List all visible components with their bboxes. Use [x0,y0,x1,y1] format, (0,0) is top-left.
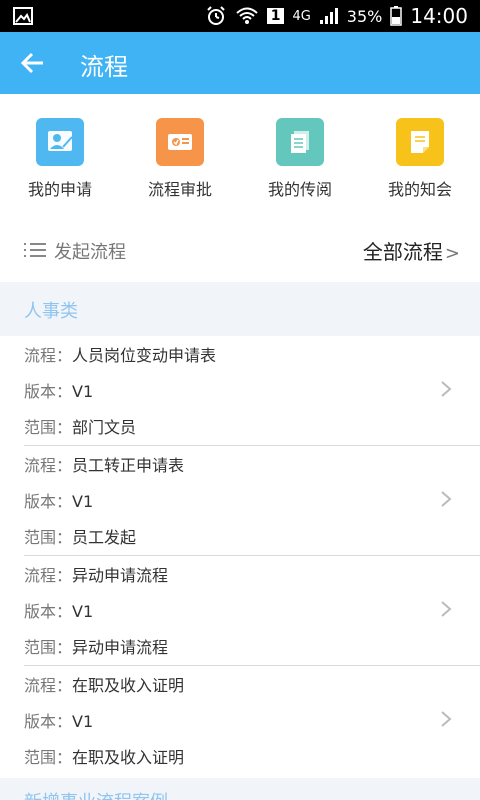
process-item[interactable]: 流程：人员岗位变动申请表 版本：V1 范围：部门文员 [0,336,480,446]
process-scope-row: 范围：部门文员 [24,414,136,438]
process-name: 人员岗位变动申请表 [72,346,217,365]
approval-card-icon [156,118,204,166]
list-icon [24,243,46,257]
process-scope: 员工发起 [72,528,137,547]
field-label: 版本： [24,382,73,401]
chevron-right-icon [441,711,452,727]
process-version-row: 版本：V1 [24,598,93,622]
process-item[interactable]: 流程：异动申请流程 版本：V1 范围：异动申请流程 [0,556,480,666]
image-icon [13,7,33,25]
chevron-right-icon [441,381,452,397]
app-bar: 流程 [0,32,480,94]
network-type: 4G [292,8,311,24]
process-name-row: 流程：员工转正申请表 [24,452,184,476]
all-processes-link[interactable]: 全部流程 > [363,236,460,265]
page-title: 流程 [80,53,128,81]
quick-action-label: 我的传阅 [267,180,332,199]
process-scope: 部门文员 [72,418,137,437]
process-item[interactable]: 流程：在职及收入证明 版本：V1 范围：在职及收入证明 [0,666,480,776]
my-notices-button[interactable]: 我的知会 [360,118,480,200]
quick-actions: 我的申请 流程审批 我的传阅 我的知会 [0,108,480,208]
sim-slot-badge: 1 [266,8,285,24]
signal-icon [319,8,338,24]
category-header: 新增事业流程案例 [0,778,480,800]
my-circulation-button[interactable]: 我的传阅 [240,118,360,200]
process-name-row: 流程：异动申请流程 [24,562,168,586]
process-scope: 异动申请流程 [72,638,169,657]
user-sign-icon [36,118,84,166]
quick-action-label: 我的申请 [27,180,92,199]
category-header: 人事类 [0,282,480,336]
field-label: 流程： [24,346,73,365]
category-name: 人事类 [24,301,78,322]
field-label: 版本： [24,492,73,511]
chevron-right-icon [441,491,452,507]
process-version-row: 版本：V1 [24,708,93,732]
process-version-row: 版本：V1 [24,378,93,402]
field-label: 流程： [24,566,73,585]
process-list: 流程：人员岗位变动申请表 版本：V1 范围：部门文员 流程：员工转正申请表 版本… [0,336,480,776]
category-name: 新增事业流程案例 [24,788,168,800]
battery-percent: 35% [346,6,383,26]
process-version: V1 [72,492,94,511]
launch-process-title: 发起流程 [54,242,126,263]
process-scope-row: 范围：在职及收入证明 [24,744,184,768]
process-name: 异动申请流程 [72,566,169,585]
process-version: V1 [72,382,94,401]
field-label: 范围： [24,638,73,657]
back-arrow-icon[interactable] [18,48,48,78]
process-version: V1 [72,712,94,731]
documents-icon [276,118,324,166]
process-scope-row: 范围：员工发起 [24,524,136,548]
wifi-icon [236,7,258,24]
process-approval-button[interactable]: 流程审批 [120,118,240,200]
my-applications-button[interactable]: 我的申请 [0,118,120,200]
field-label: 范围： [24,748,73,767]
quick-action-label: 流程审批 [147,180,212,199]
process-name: 在职及收入证明 [72,676,185,695]
process-name-row: 流程：人员岗位变动申请表 [24,342,216,366]
alarm-icon [206,6,225,25]
process-scope: 在职及收入证明 [72,748,185,767]
process-item[interactable]: 流程：员工转正申请表 版本：V1 范围：员工发起 [0,446,480,556]
process-name: 员工转正申请表 [72,456,185,475]
status-bar: 1 4G 35% 14:00 [0,0,480,32]
all-processes-label: 全部流程 [362,240,443,264]
chevron-right-icon: > [444,243,460,264]
field-label: 版本： [24,712,73,731]
notice-icon [396,118,444,166]
launch-process-header: 发起流程 全部流程 > [0,230,480,270]
battery-icon [390,6,403,26]
field-label: 范围： [24,418,73,437]
process-version-row: 版本：V1 [24,488,93,512]
field-label: 版本： [24,602,73,621]
field-label: 流程： [24,676,73,695]
clock: 14:00 [410,4,468,28]
process-name-row: 流程：在职及收入证明 [24,672,184,696]
quick-action-label: 我的知会 [387,180,452,199]
status-right: 1 4G 35% 14:00 [205,0,468,32]
field-label: 范围： [24,528,73,547]
process-version: V1 [72,602,94,621]
process-scope-row: 范围：异动申请流程 [24,634,168,658]
field-label: 流程： [24,456,73,475]
chevron-right-icon [441,601,452,617]
